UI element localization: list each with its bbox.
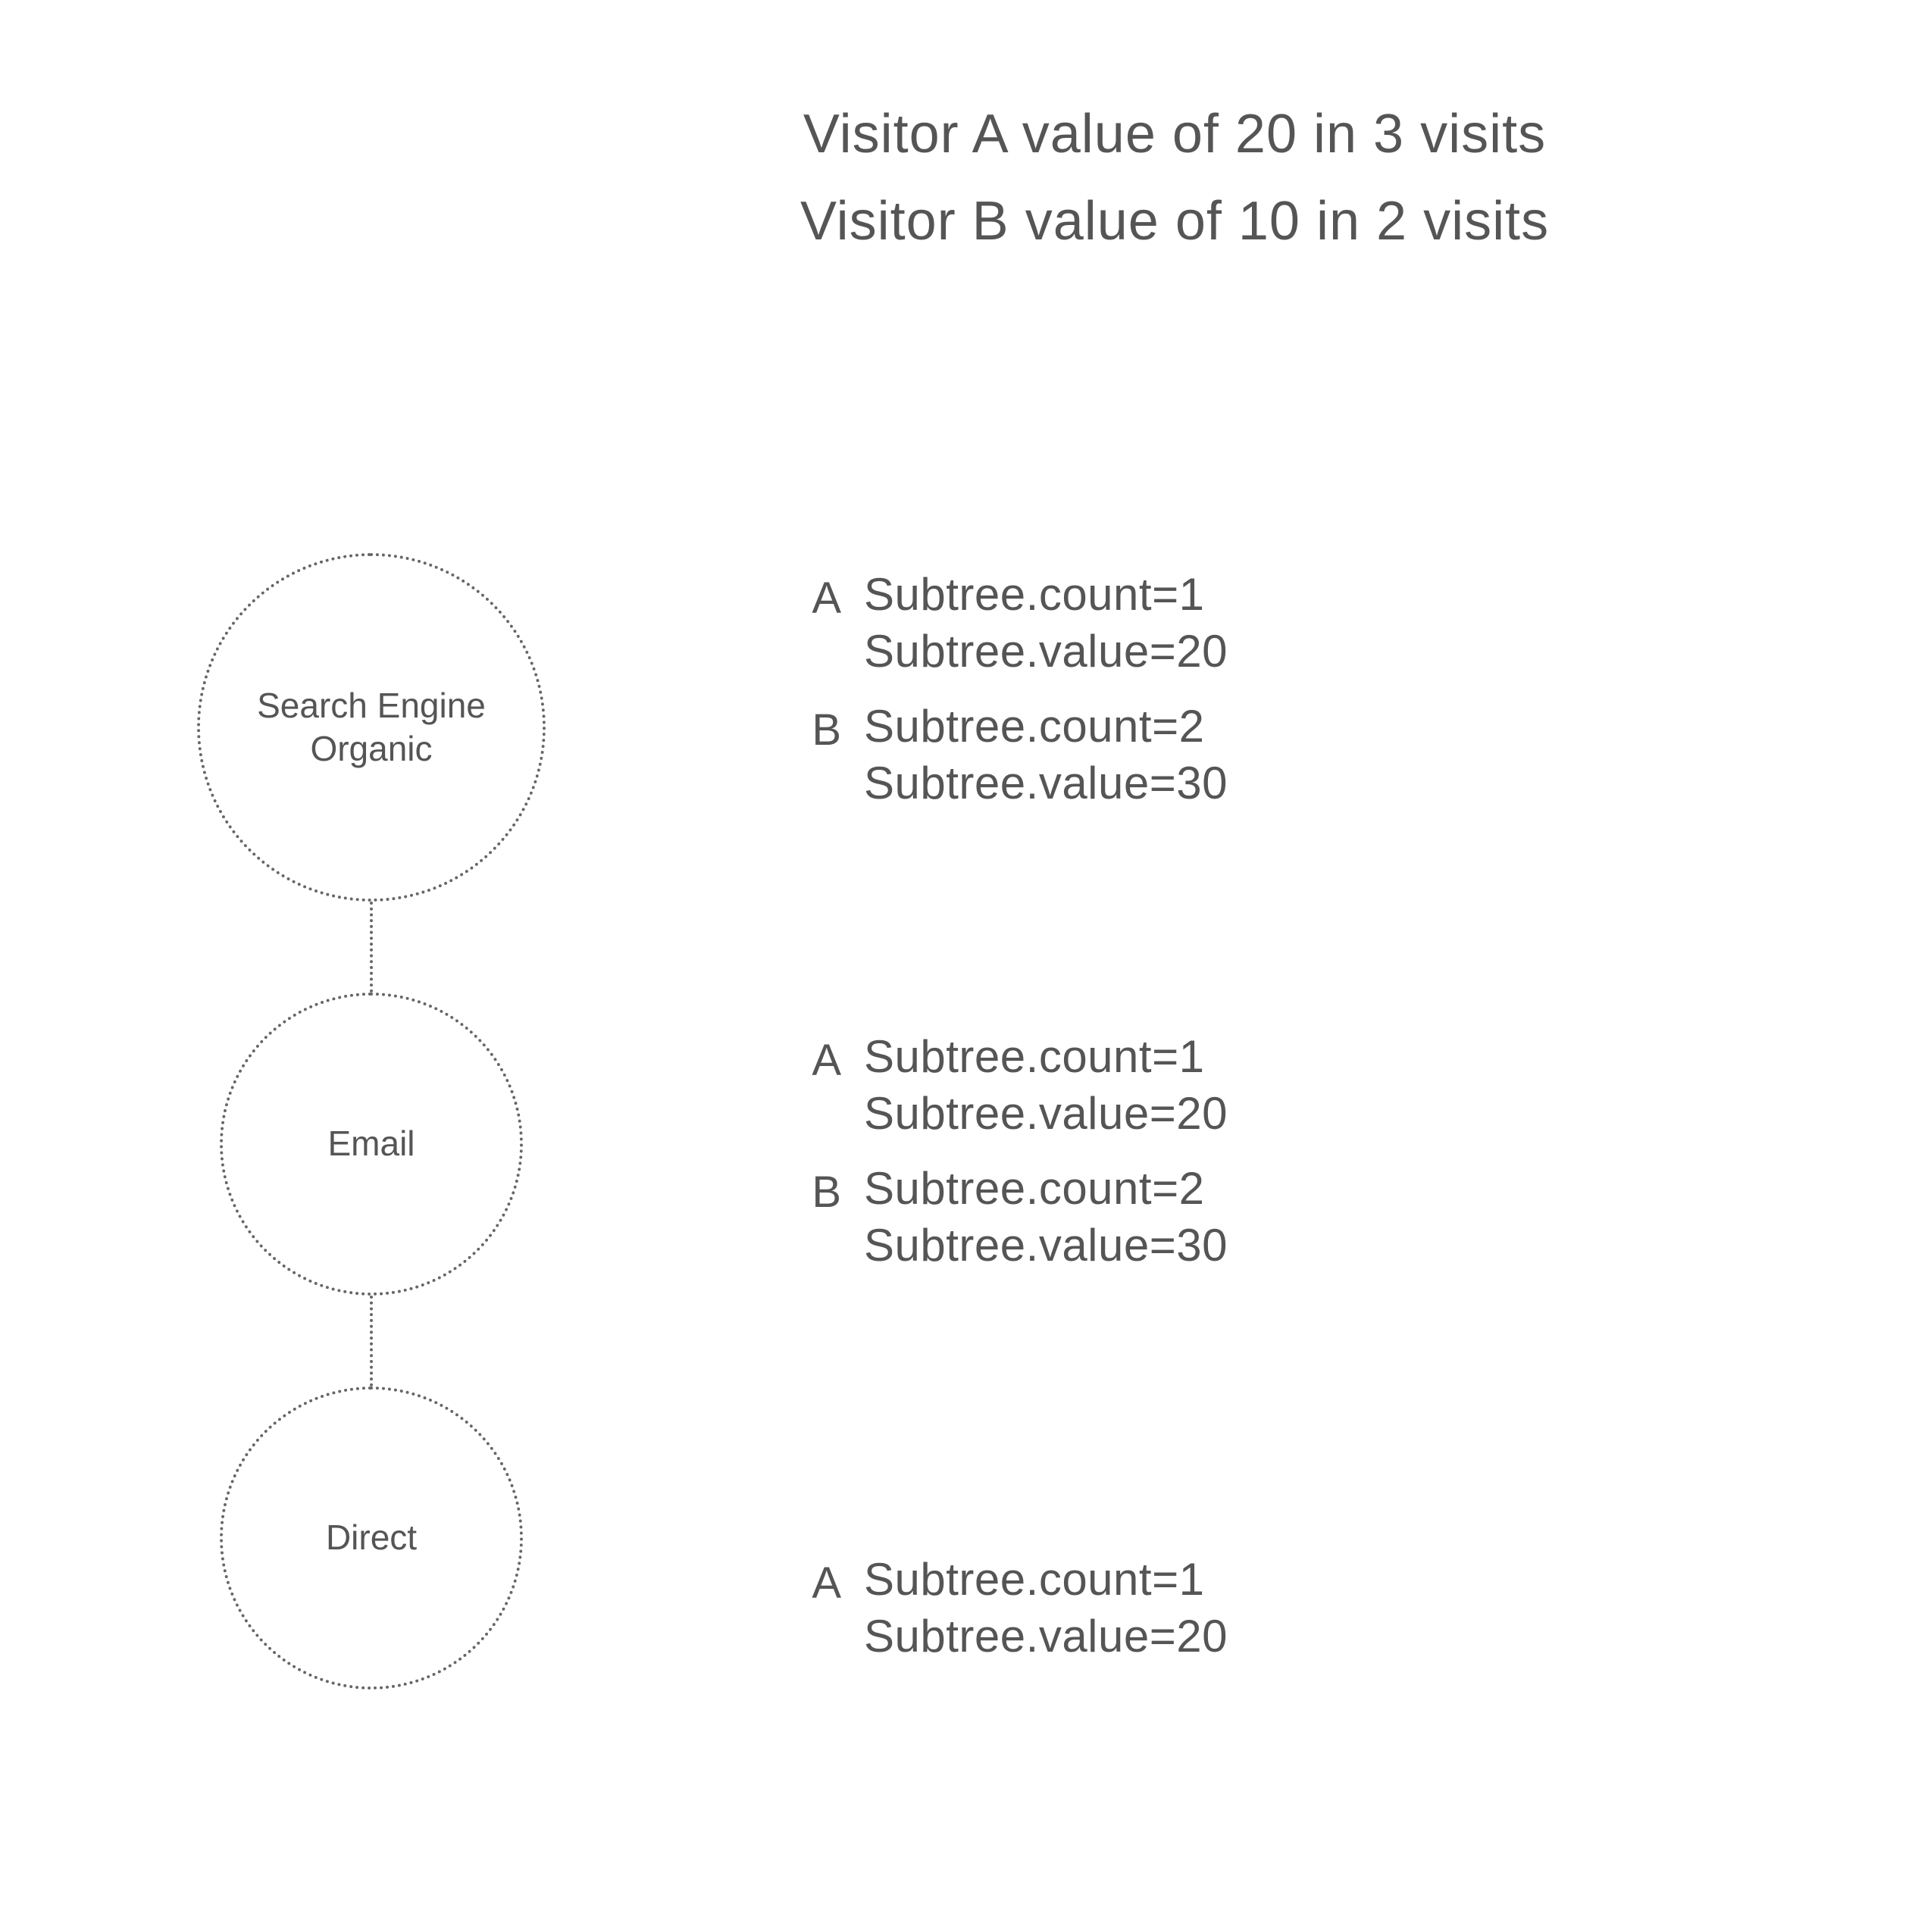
annotation-lines: Subtree.count=1 Subtree.value=20	[864, 568, 1228, 677]
annotation-count: Subtree.count=2	[864, 700, 1228, 752]
header-line-2: Visitor B value of 10 in 2 visits	[606, 178, 1743, 265]
header: Visitor A value of 20 in 3 visits Visito…	[606, 91, 1743, 265]
annotation-group-1: A Subtree.count=1 Subtree.value=20 B Sub…	[796, 568, 1629, 832]
annotation-letter: B	[796, 700, 841, 755]
node-search-engine-organic: Search Engine Organic	[197, 553, 546, 902]
node-column: Search Engine Organic Email Direct	[174, 553, 568, 1690]
annotation-group-2: A Subtree.count=1 Subtree.value=20 B Sub…	[796, 1030, 1629, 1294]
annotation-letter: B	[796, 1162, 841, 1218]
node-label: Email	[327, 1122, 415, 1166]
annotation-block: B Subtree.count=2 Subtree.value=30	[796, 700, 1629, 809]
annotation-lines: Subtree.count=2 Subtree.value=30	[864, 700, 1228, 809]
node-label: Search Engine Organic	[223, 684, 520, 771]
edge-1-2	[370, 902, 373, 993]
annotation-value: Subtree.value=30	[864, 1219, 1228, 1271]
annotation-lines: Subtree.count=1 Subtree.value=20	[864, 1030, 1228, 1140]
annotation-value: Subtree.value=20	[864, 1087, 1228, 1140]
edge-2-3	[370, 1296, 373, 1386]
diagram-canvas: Visitor A value of 20 in 3 visits Visito…	[0, 0, 1912, 1932]
annotation-block: A Subtree.count=1 Subtree.value=20	[796, 1553, 1629, 1662]
node-direct: Direct	[220, 1386, 523, 1690]
annotation-value: Subtree.value=30	[864, 757, 1228, 809]
annotation-count: Subtree.count=2	[864, 1162, 1228, 1215]
annotation-block: A Subtree.count=1 Subtree.value=20	[796, 568, 1629, 677]
annotation-letter: A	[796, 1553, 841, 1608]
annotation-count: Subtree.count=1	[864, 1030, 1228, 1083]
annotation-letter: A	[796, 568, 841, 624]
annotation-count: Subtree.count=1	[864, 568, 1228, 621]
annotation-value: Subtree.value=20	[864, 1610, 1228, 1662]
annotation-group-3: A Subtree.count=1 Subtree.value=20	[796, 1553, 1629, 1685]
annotation-block: B Subtree.count=2 Subtree.value=30	[796, 1162, 1629, 1271]
node-email: Email	[220, 993, 523, 1296]
node-label: Direct	[326, 1516, 417, 1560]
annotation-count: Subtree.count=1	[864, 1553, 1228, 1605]
annotation-lines: Subtree.count=2 Subtree.value=30	[864, 1162, 1228, 1271]
header-line-1: Visitor A value of 20 in 3 visits	[606, 91, 1743, 178]
annotation-block: A Subtree.count=1 Subtree.value=20	[796, 1030, 1629, 1140]
annotation-value: Subtree.value=20	[864, 625, 1228, 677]
annotation-lines: Subtree.count=1 Subtree.value=20	[864, 1553, 1228, 1662]
annotation-letter: A	[796, 1030, 841, 1086]
